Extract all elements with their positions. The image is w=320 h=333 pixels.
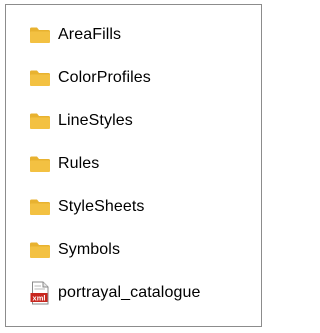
- item-name: StyleSheets: [58, 197, 145, 215]
- file-list: AreaFills ColorProfiles LineStyles Rules…: [6, 13, 261, 314]
- folder-icon: [28, 195, 52, 219]
- item-name: LineStyles: [58, 111, 133, 129]
- svg-text:xml: xml: [33, 293, 46, 302]
- item-name: AreaFills: [58, 25, 122, 43]
- list-item-symbols[interactable]: Symbols: [6, 228, 261, 271]
- folder-icon: [28, 109, 52, 133]
- folder-icon: [28, 23, 52, 47]
- folder-icon: [28, 152, 52, 176]
- folder-icon: [28, 66, 52, 90]
- list-item-portrayal-catalogue[interactable]: xml portrayal_catalogue: [6, 271, 261, 314]
- list-item-stylesheets[interactable]: StyleSheets: [6, 185, 261, 228]
- file-explorer-pane: AreaFills ColorProfiles LineStyles Rules…: [5, 4, 262, 327]
- item-name: portrayal_catalogue: [58, 283, 201, 301]
- list-item-areafills[interactable]: AreaFills: [6, 13, 261, 56]
- list-item-colorprofiles[interactable]: ColorProfiles: [6, 56, 261, 99]
- list-item-rules[interactable]: Rules: [6, 142, 261, 185]
- item-name: Symbols: [58, 240, 121, 258]
- item-name: Rules: [58, 154, 100, 172]
- item-name: ColorProfiles: [58, 68, 151, 86]
- list-item-linestyles[interactable]: LineStyles: [6, 99, 261, 142]
- folder-icon: [28, 238, 52, 262]
- xml-file-icon: xml: [28, 281, 52, 305]
